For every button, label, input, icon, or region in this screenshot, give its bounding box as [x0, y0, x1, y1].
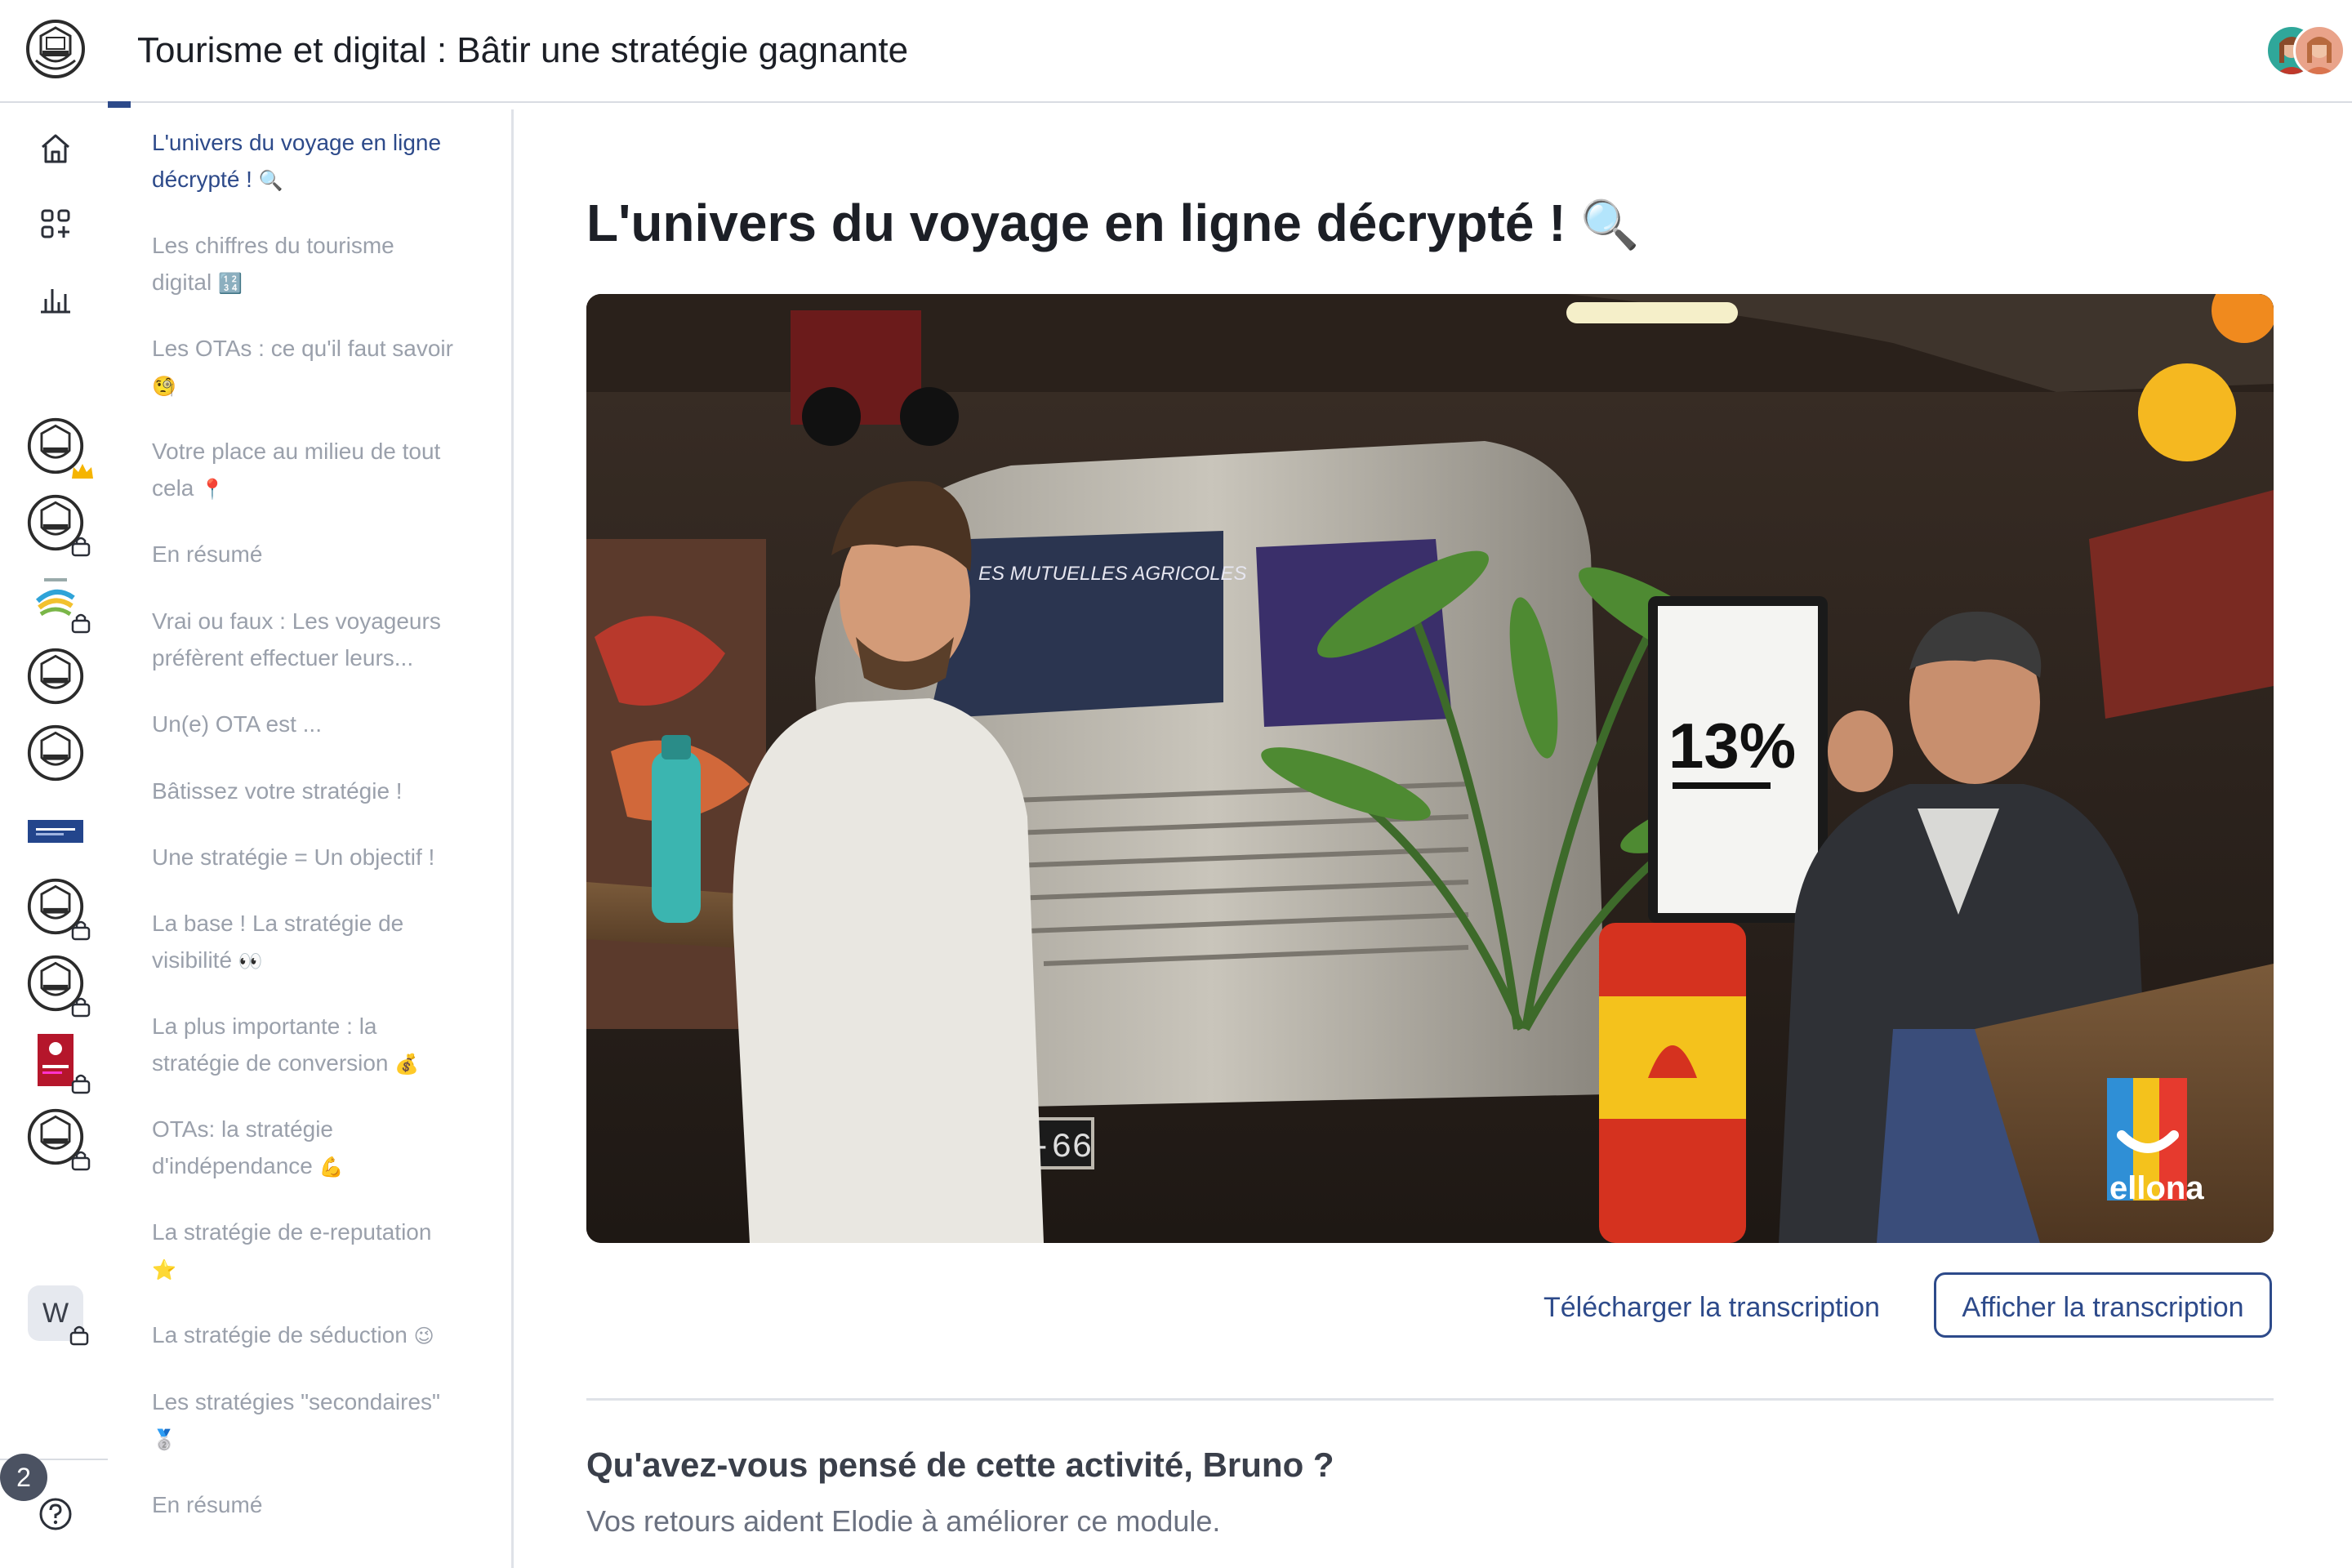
monocle-face-icon: 🧐: [152, 375, 176, 398]
van-lettering: ES MUTUELLES AGRICOLES: [978, 563, 1247, 585]
lock-icon: [71, 1074, 91, 1094]
screen-stat: 13%: [1668, 710, 1796, 782]
lesson-title-cont: préfèrent effectuer leurs...: [152, 645, 414, 670]
lesson-item[interactable]: OTAs: la stratégie d'indépendance 💪: [152, 1111, 479, 1186]
lesson-title: Vrai ou faux : Les voyageurs: [152, 608, 441, 634]
lesson-item[interactable]: La plus importante : la stratégie de con…: [152, 1008, 479, 1083]
avatar[interactable]: [2293, 24, 2345, 77]
left-rail: W: [0, 103, 108, 1568]
numbers-icon: 🔢: [217, 272, 243, 295]
course-icon-campus[interactable]: [26, 724, 85, 782]
lesson-title: Les chiffres du tourisme: [152, 233, 394, 258]
lesson-item[interactable]: Les stratégies "secondaires" 🥈: [152, 1383, 479, 1459]
lesson-title-cont: décrypté !: [152, 167, 252, 192]
feedback-question: Qu'avez-vous pensé de cette activité, Br…: [586, 1446, 1334, 1484]
lesson-title-cont: cela: [152, 475, 194, 501]
course-icon-campus[interactable]: [26, 416, 93, 479]
download-transcript-button[interactable]: Télécharger la transcription: [1544, 1284, 1880, 1331]
lesson-list: L'univers du voyage en ligne décrypté ! …: [108, 109, 514, 1568]
lesson-title: La base ! La stratégie de: [152, 911, 404, 936]
lesson-title: Une stratégie = Un objectif !: [152, 844, 435, 870]
course-icon-red-book-locked[interactable]: [26, 1031, 91, 1094]
feedback-subtitle: Vos retours aident Elodie à améliorer ce…: [586, 1504, 1221, 1538]
lesson-item[interactable]: Un(e) OTA est ...: [152, 706, 479, 742]
crown-icon: [72, 464, 93, 479]
active-tab-indicator: [108, 101, 131, 108]
lock-icon: [71, 613, 91, 634]
lesson-item[interactable]: Une stratégie = Un objectif !: [152, 839, 479, 875]
course-icon-campus-locked[interactable]: [26, 877, 91, 941]
pin-icon: 📍: [200, 478, 225, 501]
lesson-item[interactable]: La base ! La stratégie de visibilité 👀: [152, 905, 479, 980]
lesson-item-active[interactable]: L'univers du voyage en ligne décrypté ! …: [152, 124, 479, 199]
lock-icon: [71, 997, 91, 1018]
lesson-item[interactable]: La stratégie de e-reputation ⭐: [152, 1214, 479, 1289]
lesson-title: L'univers du voyage en ligne: [152, 130, 442, 155]
top-header: Tourisme et digital : Bâtir une stratégi…: [0, 0, 2352, 103]
campus-logo-icon[interactable]: [24, 18, 87, 80]
lesson-title: En résumé: [152, 1492, 263, 1517]
lesson-item[interactable]: Bâtissez votre stratégie !: [152, 773, 479, 809]
lesson-item[interactable]: Les OTAs : ce qu'il faut savoir 🧐: [152, 330, 479, 405]
activity-title: L'univers du voyage en ligne décrypté ! …: [586, 186, 1640, 261]
lesson-title: OTAs: la stratégie: [152, 1116, 334, 1142]
workspace-w-button[interactable]: W: [28, 1285, 89, 1346]
catalog-add-icon[interactable]: [34, 203, 77, 245]
lock-icon: [71, 1151, 91, 1171]
lesson-title: Votre place au milieu de tout: [152, 439, 441, 464]
money-bag-icon: 💰: [394, 1053, 420, 1076]
lesson-item[interactable]: En résumé: [152, 1486, 479, 1523]
lesson-title: Les OTAs : ce qu'il faut savoir: [152, 336, 453, 361]
lesson-title-cont: d'indépendance: [152, 1153, 313, 1178]
video-frame: ES MUTUELLES AGRICOLES 8-6EJ-66: [586, 294, 2274, 1243]
section-divider: [586, 1398, 2274, 1401]
lesson-item[interactable]: La stratégie de séduction 😉: [152, 1316, 479, 1355]
flexed-biceps-icon: 💪: [318, 1156, 344, 1178]
lesson-title-cont: digital: [152, 270, 212, 295]
lock-icon: [69, 1325, 89, 1346]
activity-title-text: L'univers du voyage en ligne décrypté !: [586, 194, 1566, 252]
notification-badge[interactable]: 2: [0, 1454, 47, 1501]
lock-icon: [71, 920, 91, 941]
course-icon-campus-locked[interactable]: [26, 954, 91, 1018]
lesson-title: En résumé: [152, 541, 263, 567]
lesson-title: Un(e) OTA est ...: [152, 711, 322, 737]
lesson-title-cont: stratégie de conversion: [152, 1050, 389, 1076]
lock-icon: [71, 537, 91, 557]
course-icon-campus-locked[interactable]: [26, 493, 91, 557]
course-icon-campus-locked[interactable]: [26, 1107, 91, 1171]
workspace-letter: W: [42, 1298, 69, 1329]
lesson-item[interactable]: Vrai ou faux : Les voyageurs préfèrent e…: [152, 603, 479, 676]
stats-chart-icon[interactable]: [34, 278, 77, 320]
lesson-title: La plus importante : la: [152, 1013, 377, 1039]
course-icon-campus[interactable]: [26, 647, 85, 706]
silver-medal-icon: 🥈: [152, 1428, 176, 1451]
home-icon[interactable]: [34, 127, 77, 170]
lesson-title: Les stratégies "secondaires": [152, 1389, 440, 1414]
magnifier-icon: 🔍: [1580, 197, 1640, 252]
lesson-title: Bâtissez votre stratégie !: [152, 778, 403, 804]
ellona-watermark: ellona: [2109, 1170, 2204, 1206]
star-icon: ⭐: [152, 1258, 176, 1281]
lesson-title: La stratégie de séduction: [152, 1322, 408, 1348]
video-player[interactable]: ES MUTUELLES AGRICOLES 8-6EJ-66: [586, 294, 2274, 1243]
lesson-item[interactable]: Votre place au milieu de tout cela 📍: [152, 433, 479, 508]
help-icon[interactable]: [38, 1496, 74, 1532]
participant-avatars[interactable]: [2265, 24, 2345, 77]
lesson-item[interactable]: Les chiffres du tourisme digital 🔢: [152, 227, 479, 302]
lesson-item[interactable]: En résumé: [152, 536, 479, 572]
lesson-title-cont: visibilité: [152, 947, 233, 973]
magnifier-icon: 🔍: [258, 169, 283, 192]
course-icon-colorful-locked[interactable]: [26, 570, 91, 634]
show-transcript-button[interactable]: Afficher la transcription: [1934, 1272, 2272, 1338]
eyes-icon: 👀: [238, 950, 263, 973]
lesson-title: La stratégie de e-reputation: [152, 1219, 432, 1245]
course-icon-blue-banner[interactable]: [26, 800, 85, 859]
course-title: Tourisme et digital : Bâtir une stratégi…: [137, 30, 909, 70]
wink-icon: 😉: [413, 1325, 434, 1348]
